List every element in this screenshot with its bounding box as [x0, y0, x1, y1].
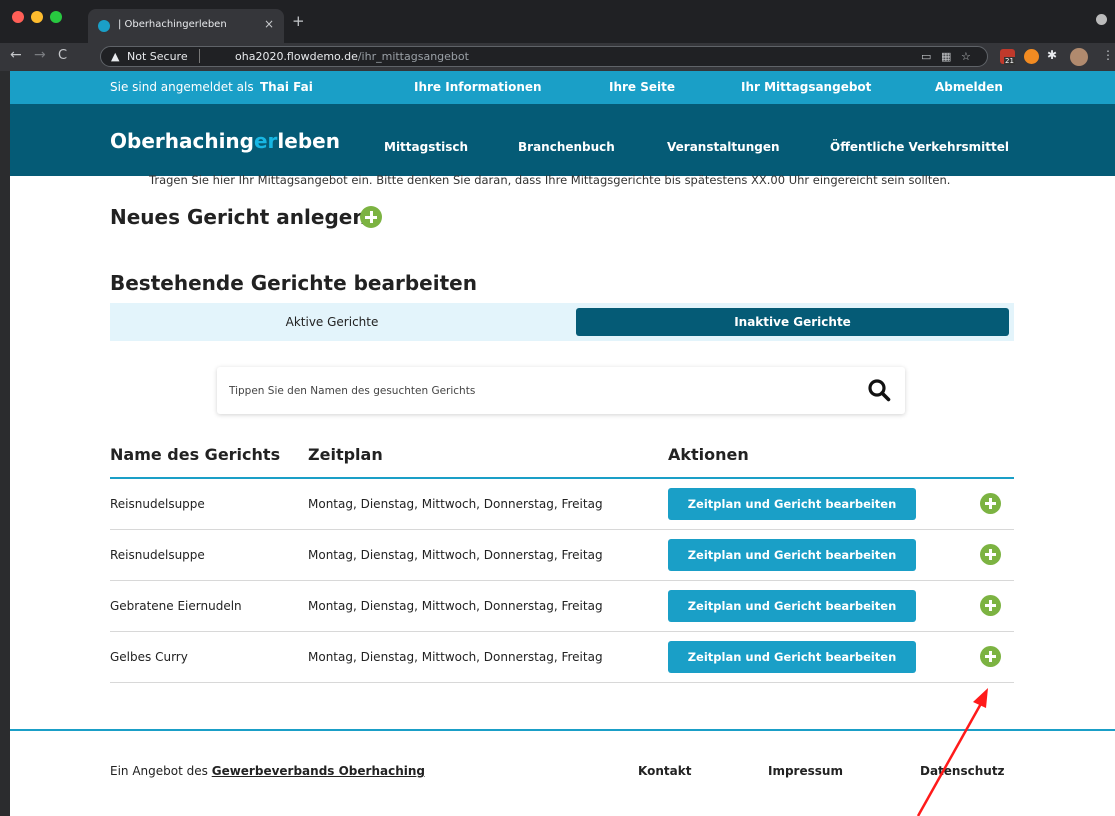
table-row: Reisnudelsuppe Montag, Dienstag, Mittwoc… [110, 530, 1014, 581]
logout-link[interactable]: Abmelden [935, 80, 1003, 94]
new-dish-heading: Neues Gericht anlegen [110, 205, 367, 229]
divider [199, 49, 200, 63]
dish-name: Reisnudelsuppe [110, 548, 205, 562]
add-dish-button[interactable] [360, 206, 382, 228]
bookmark-star-icon[interactable]: ☆ [961, 50, 971, 63]
edit-dishes-heading: Bestehende Gerichte bearbeiten [110, 271, 477, 295]
back-arrow-icon[interactable]: ← [10, 48, 22, 62]
nav-branchenbuch[interactable]: Branchenbuch [518, 140, 615, 154]
warning-icon: ▲ [111, 50, 120, 63]
nav-veranstaltungen[interactable]: Veranstaltungen [667, 140, 780, 154]
tab-inaktive-gerichte[interactable]: Inaktive Gerichte [576, 308, 1009, 336]
edit-schedule-button[interactable]: Zeitplan und Gericht bearbeiten [668, 488, 916, 520]
dish-tabs: Aktive Gerichte Inaktive Gerichte [110, 303, 1014, 341]
menu-dots-icon[interactable]: ⋮ [1102, 49, 1114, 61]
forward-arrow-icon[interactable]: → [34, 48, 46, 62]
table-row: Gelbes Curry Montag, Dienstag, Mittwoch,… [110, 632, 1014, 683]
close-window-button[interactable] [12, 11, 24, 23]
page-viewport: Sie sind angemeldet als Thai Fai Ihre In… [10, 71, 1115, 816]
footer-impressum[interactable]: Impressum [768, 764, 843, 778]
search-icon[interactable] [867, 378, 891, 402]
dish-schedule: Montag, Dienstag, Mittwoch, Donnerstag, … [308, 497, 603, 511]
dish-schedule: Montag, Dienstag, Mittwoch, Donnerstag, … [308, 599, 603, 613]
footer-divider [10, 729, 1115, 731]
user-name: Thai Fai [260, 80, 313, 94]
link-ihr-mittagsangebot[interactable]: Ihr Mittagsangebot [741, 80, 871, 94]
site-logo[interactable]: Oberhachingerleben [110, 129, 340, 153]
table-row: Gebratene Eiernudeln Montag, Dienstag, M… [110, 581, 1014, 632]
nav-oeffentliche-verkehrsmittel[interactable]: Öffentliche Verkehrsmittel [830, 140, 1009, 154]
gewerbeverband-link[interactable]: Gewerbeverbands Oberhaching [212, 764, 425, 778]
dish-name: Gelbes Curry [110, 650, 188, 664]
dish-schedule: Montag, Dienstag, Mittwoch, Donnerstag, … [308, 548, 603, 562]
activate-dish-button[interactable] [980, 646, 1001, 667]
column-header-aktionen: Aktionen [668, 445, 749, 464]
search-input[interactable] [229, 382, 849, 400]
intro-text: Tragen Sie hier Ihr Mittagsangebot ein. … [149, 173, 951, 187]
puzzle-icon[interactable]: ✱ [1047, 49, 1057, 61]
footer-credit: Ein Angebot des Gewerbeverbands Oberhach… [110, 764, 425, 778]
tab-aktive-gerichte[interactable]: Aktive Gerichte [110, 303, 554, 341]
new-tab-button[interactable]: + [292, 14, 305, 29]
zoom-window-button[interactable] [50, 11, 62, 23]
favicon-icon [98, 20, 110, 32]
edit-schedule-button[interactable]: Zeitplan und Gericht bearbeiten [668, 539, 916, 571]
footer-kontakt[interactable]: Kontakt [638, 764, 691, 778]
browser-titlebar: | Oberhachingerleben × + [0, 0, 1115, 43]
link-ihre-seite[interactable]: Ihre Seite [609, 80, 675, 94]
column-header-name: Name des Gerichts [110, 445, 281, 464]
tab-close-icon[interactable]: × [264, 17, 274, 31]
account-bar: Sie sind angemeldet als Thai Fai Ihre In… [10, 71, 1115, 104]
activate-dish-button[interactable] [980, 595, 1001, 616]
qr-code-icon[interactable]: ▦ [941, 50, 951, 63]
avatar[interactable] [1070, 48, 1088, 66]
address-bar[interactable]: ▲ Not Secure oha2020.flowdemo.de/ihr_mit… [100, 46, 988, 67]
extension-icon[interactable] [1024, 49, 1039, 64]
logged-in-label: Sie sind angemeldet als [110, 80, 254, 94]
activate-dish-button[interactable] [980, 544, 1001, 565]
column-header-zeitplan: Zeitplan [308, 445, 383, 464]
dish-name: Reisnudelsuppe [110, 497, 205, 511]
nav-mittagstisch[interactable]: Mittagstisch [384, 140, 468, 154]
browser-tab[interactable]: | Oberhachingerleben × [88, 9, 284, 43]
search-box [217, 367, 905, 414]
cast-icon[interactable]: ▭ [921, 50, 931, 63]
minimize-window-button[interactable] [31, 11, 43, 23]
footer-datenschutz[interactable]: Datenschutz [920, 764, 1005, 778]
reload-icon[interactable]: C [58, 49, 67, 62]
calendar-extension-icon[interactable]: 21 [1000, 49, 1015, 65]
edit-schedule-button[interactable]: Zeitplan und Gericht bearbeiten [668, 641, 916, 673]
url-text: oha2020.flowdemo.de/ihr_mittagsangebot [235, 50, 469, 63]
main-navigation: Oberhachingerleben Mittagstisch Branchen… [10, 104, 1115, 176]
dish-schedule: Montag, Dienstag, Mittwoch, Donnerstag, … [308, 650, 603, 664]
tab-search-icon[interactable] [1096, 14, 1107, 25]
browser-window: | Oberhachingerleben × + ← → C ▲ Not Sec… [0, 0, 1115, 816]
security-label: Not Secure [127, 50, 188, 63]
table-row: Reisnudelsuppe Montag, Dienstag, Mittwoc… [110, 479, 1014, 530]
edit-schedule-button[interactable]: Zeitplan und Gericht bearbeiten [668, 590, 916, 622]
dish-name: Gebratene Eiernudeln [110, 599, 242, 613]
tab-title: | Oberhachingerleben [118, 19, 227, 30]
activate-dish-button[interactable] [980, 493, 1001, 514]
browser-toolbar: ← → C ▲ Not Secure oha2020.flowdemo.de/i… [0, 43, 1115, 71]
link-ihre-informationen[interactable]: Ihre Informationen [414, 80, 542, 94]
